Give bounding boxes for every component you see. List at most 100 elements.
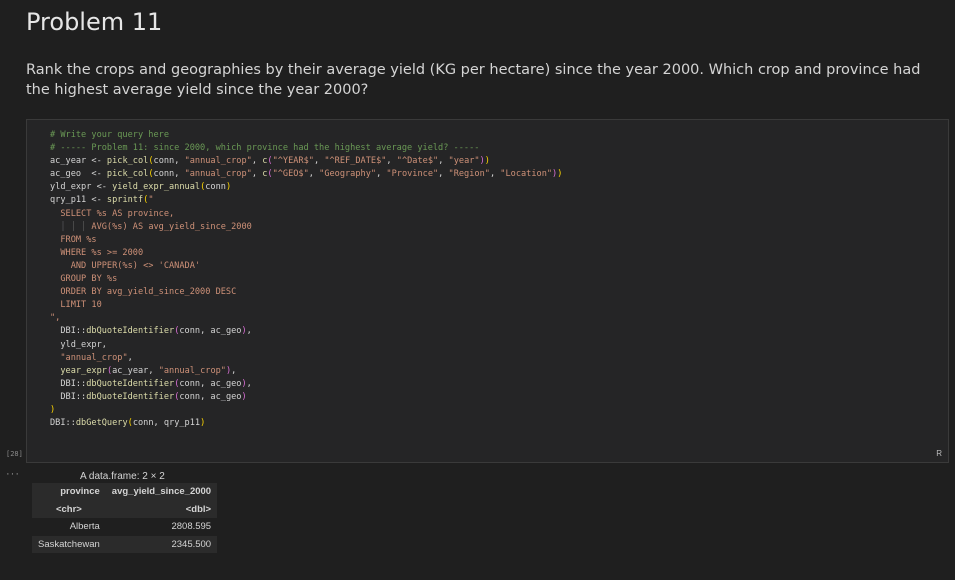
column-header-avg-yield: avg_yield_since_2000 — [105, 483, 218, 501]
code-token: ac_geo <- — [50, 169, 107, 180]
code-token: dbQuoteIdentifier — [86, 391, 175, 402]
code-token: ) — [225, 182, 232, 193]
code-token: , — [231, 365, 237, 376]
dataframe-caption: A data.frame: 2 × 2 — [80, 471, 165, 482]
code-line: qry_p11 <- sprintf(" — [50, 194, 562, 207]
cell-language-label[interactable]: R — [936, 449, 942, 458]
code-token: year_expr — [60, 365, 107, 376]
code-line: ac_geo <- pick_col(conn, "annual_crop", … — [50, 168, 562, 181]
code-token: ac_year, — [112, 365, 159, 376]
code-token: , — [438, 169, 449, 180]
code-line: ac_year <- pick_col(conn, "annual_crop",… — [50, 155, 562, 168]
code-token: , — [313, 156, 325, 167]
code-token: DBI:: — [50, 391, 87, 402]
code-cell[interactable]: # Write your query here # ----- Problem 1… — [26, 119, 949, 463]
code-token: "^GEO$" — [272, 169, 309, 180]
code-token: , — [489, 169, 501, 180]
code-line: DBI::dbQuoteIdentifier(conn, ac_geo), — [50, 378, 562, 391]
code-token: , — [438, 156, 449, 167]
code-token: sprintf — [106, 195, 144, 206]
code-token: "^Date$" — [396, 156, 439, 167]
code-line: DBI::dbQuoteIdentifier(conn, ac_geo) — [50, 391, 562, 404]
code-token: "annual_crop" — [60, 352, 128, 363]
code-token: , — [386, 156, 397, 167]
code-token: pick_col — [106, 156, 149, 167]
code-line: # ----- Problem 11: since 2000, which pr… — [50, 142, 562, 155]
code-token: ac_year <- — [50, 156, 107, 167]
code-token: , — [308, 169, 320, 180]
code-token: conn, ac_geo — [179, 326, 242, 337]
code-token: ) — [484, 156, 490, 167]
code-token: "Province" — [386, 169, 439, 180]
table-row: Saskatchewan 2345.500 — [32, 535, 218, 553]
code-editor[interactable]: # Write your query here # ----- Problem 1… — [50, 129, 562, 430]
execution-count: [28] — [6, 450, 23, 458]
column-type-province: <chr> — [32, 500, 106, 518]
code-token: ) — [557, 169, 563, 180]
code-token: conn, — [153, 156, 185, 167]
code-token: FROM %s — [50, 234, 97, 245]
code-token: "annual_crop" — [184, 169, 252, 180]
code-line: FROM %s — [50, 234, 562, 247]
cell-province: Saskatchewan — [32, 535, 106, 553]
code-token: , — [251, 156, 263, 167]
code-token: dbGetQuery — [75, 418, 128, 429]
code-token: ORDER BY avg_yield_since_2000 DESC — [50, 287, 237, 298]
code-token: AND UPPER(%s) <> 'CANADA' — [50, 260, 201, 271]
code-token: # ----- Problem 11: since 2000, which pr… — [50, 143, 480, 154]
column-header-province: province — [32, 483, 106, 501]
code-line: ) — [50, 404, 562, 417]
code-token: ) — [50, 404, 56, 415]
code-token: conn, qry_p11 — [132, 418, 201, 429]
table-row: Alberta 2808.595 — [32, 518, 218, 536]
code-token: "year" — [448, 156, 480, 167]
code-line: DBI::dbQuoteIdentifier(conn, ac_geo), — [50, 325, 562, 338]
code-token: yield_expr_annual — [112, 182, 201, 193]
code-token: DBI:: — [50, 378, 87, 389]
code-token: , — [251, 169, 263, 180]
code-token: yld_expr, — [50, 339, 107, 350]
code-token: DBI:: — [50, 418, 76, 429]
code-token: "^REF_DATE$" — [324, 156, 387, 167]
code-token: pick_col — [106, 169, 149, 180]
code-line: ORDER BY avg_yield_since_2000 DESC — [50, 286, 562, 299]
code-token: "Location" — [500, 169, 553, 180]
code-token: SELECT %s AS province, — [50, 208, 175, 219]
code-line: # Write your query here — [50, 129, 562, 142]
code-token: AVG(%s) AS avg_yield_since_2000 — [91, 221, 252, 232]
code-token: "^YEAR$" — [272, 156, 314, 167]
code-token: ", — [50, 313, 61, 324]
markdown-title: Problem 11 — [26, 8, 163, 36]
code-line: AND UPPER(%s) <> 'CANADA' — [50, 260, 562, 273]
cell-avg-yield: 2808.595 — [105, 518, 218, 536]
code-token: , — [127, 352, 133, 363]
code-token: , — [376, 169, 387, 180]
code-line: GROUP BY %s — [50, 273, 562, 286]
code-token: "annual_crop" — [158, 365, 226, 376]
code-token: "Geography" — [319, 169, 377, 180]
code-line: DBI::dbGetQuery(conn, qry_p11) — [50, 417, 562, 430]
code-line: "annual_crop", — [50, 352, 562, 365]
cell-avg-yield: 2345.500 — [105, 535, 218, 553]
code-line: │ │ │ AVG(%s) AS avg_yield_since_2000 — [50, 221, 562, 234]
code-token: ) — [200, 418, 206, 429]
code-token: , — [246, 326, 252, 337]
code-token: "Region" — [448, 169, 490, 180]
code-token: conn, ac_geo — [179, 378, 242, 389]
column-type-avg-yield: <dbl> — [105, 500, 218, 518]
code-token: # Write your query here — [50, 130, 169, 140]
code-token: conn, ac_geo — [179, 391, 242, 402]
code-token: yld_expr <- — [50, 182, 113, 193]
code-line: LIMIT 10 — [50, 299, 562, 312]
code-token: GROUP BY %s — [50, 274, 118, 285]
output-dataframe: province avg_yield_since_2000 <chr> <dbl… — [32, 483, 218, 553]
output-menu-icon[interactable]: ··· — [6, 468, 20, 480]
code-token: ) — [241, 391, 247, 402]
code-token: qry_p11 <- — [50, 195, 107, 206]
code-token: DBI:: — [50, 326, 87, 337]
code-token: │ │ │ — [60, 221, 92, 232]
table-header-row: province avg_yield_since_2000 — [32, 483, 218, 501]
